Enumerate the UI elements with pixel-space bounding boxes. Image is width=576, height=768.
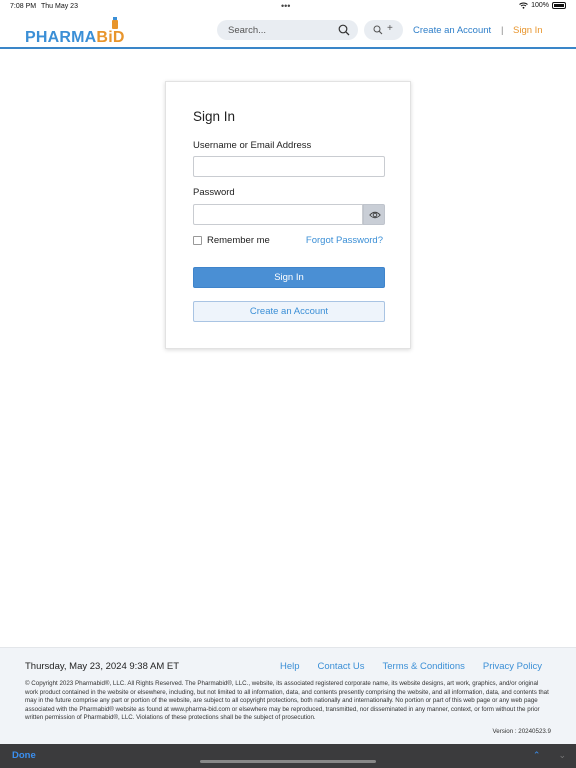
status-time: 7:08 PM [10,3,37,10]
username-label: Username or Email Address [193,140,312,151]
status-bar: 7:08 PM Thu May 23 ••• 100% [0,0,576,13]
sign-in-card: Sign In Username or Email Address Passwo… [165,81,411,349]
field-navigation: ⌃ ⌄ [533,750,566,761]
show-password-button[interactable] [363,204,385,225]
footer-version: Version : 20240523.9 [492,728,552,735]
remember-me-label[interactable]: Remember me [207,235,270,246]
home-indicator[interactable] [200,760,376,763]
wifi-icon [519,2,528,9]
eye-icon [369,211,381,219]
username-field[interactable] [193,156,385,177]
password-field[interactable] [193,204,363,225]
forgot-password-link[interactable]: Forgot Password? [306,235,383,246]
sign-in-button[interactable]: Sign In [193,267,385,288]
previous-field-icon[interactable]: ⌃ [533,750,541,761]
battery-icon [552,2,566,9]
footer-date: Thursday, May 23, 2024 9:38 AM ET [25,661,180,672]
multitasking-dots-icon[interactable]: ••• [281,1,290,11]
footer-copyright: © Copyright 2023 Pharmabid®, LLC. All Ri… [25,680,549,722]
footer-link-privacy[interactable]: Privacy Policy [483,661,542,672]
search-input[interactable] [228,23,333,37]
footer-link-contact[interactable]: Contact Us [318,661,365,672]
plus-icon: + [387,23,393,34]
status-indicators: 100% [519,2,566,9]
site-header: PHARMABiD + Create an Account | Sign In [0,13,576,49]
next-field-icon[interactable]: ⌄ [558,750,566,761]
advanced-search-button[interactable]: + [364,20,403,40]
password-label: Password [193,187,235,198]
battery-percent: 100% [531,2,549,9]
header-sign-in-link[interactable]: Sign In [513,25,543,36]
keyboard-accessory-bar: Done ⌃ ⌄ [0,744,576,768]
logo-text-pharma: PHARMA [25,29,97,46]
magnifier-icon [373,25,383,35]
search-icon[interactable] [338,24,350,36]
logo-text-id: iD [108,29,125,46]
logo-text-b: B [96,29,109,46]
site-footer: Thursday, May 23, 2024 9:38 AM ET Help C… [0,647,576,744]
footer-link-help[interactable]: Help [280,661,300,672]
status-date: Thu May 23 [41,3,78,10]
footer-links: Help Contact Us Terms & Conditions Priva… [280,661,542,672]
done-button[interactable]: Done [12,750,36,761]
remember-me-checkbox[interactable] [193,236,202,245]
create-account-button[interactable]: Create an Account [193,301,385,322]
search-bar[interactable] [217,20,358,40]
header-separator: | [501,25,504,36]
header-create-account-link[interactable]: Create an Account [413,25,491,36]
sign-in-title: Sign In [193,109,236,124]
pharmabid-logo[interactable]: PHARMABiD [25,29,125,47]
logo-bottle-icon [112,17,118,29]
footer-link-terms[interactable]: Terms & Conditions [383,661,465,672]
